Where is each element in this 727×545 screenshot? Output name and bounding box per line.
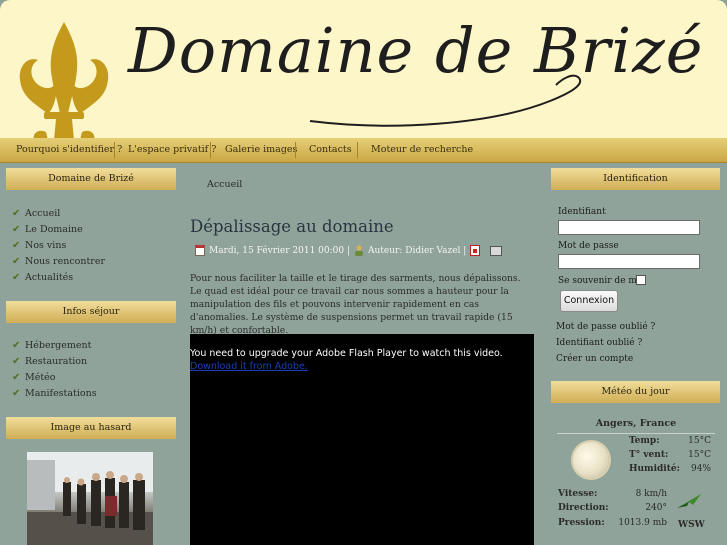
check-icon: ✔ bbox=[12, 272, 21, 283]
windchill-value: 15°C bbox=[688, 450, 711, 460]
left-menu-item[interactable]: ✔ Nos vins bbox=[12, 238, 105, 254]
nav-divider bbox=[295, 142, 296, 158]
password-input[interactable] bbox=[558, 254, 700, 269]
moon-icon bbox=[573, 442, 609, 478]
left-menu-item[interactable]: ✔ Restauration bbox=[12, 354, 97, 370]
photo-people-illustration bbox=[27, 452, 153, 545]
nav-divider bbox=[114, 142, 115, 158]
print-icon[interactable] bbox=[490, 245, 503, 256]
article-title: Dépalissage au domaine bbox=[190, 217, 394, 236]
main-nav: Pourquoi s'identifier ? L'espace privati… bbox=[0, 138, 727, 163]
nav-pourquoi[interactable]: Pourquoi s'identifier ? bbox=[16, 138, 122, 162]
fleur-de-lis-logo bbox=[19, 22, 109, 140]
humidity-value: 94% bbox=[690, 464, 711, 474]
left-block-title-image: Image au hasard bbox=[6, 417, 176, 439]
check-icon: ✔ bbox=[12, 240, 21, 251]
left-menu-infos: ✔ Hébergement ✔ Restauration ✔ Météo ✔ Manif… bbox=[12, 338, 97, 402]
check-icon: ✔ bbox=[12, 256, 21, 267]
left-menu-item[interactable]: ✔ Météo bbox=[12, 370, 97, 386]
wind-compass-value: WSW bbox=[678, 520, 705, 530]
forgot-username-link[interactable]: Identifiant oublié ? bbox=[556, 338, 642, 348]
calendar-icon bbox=[195, 245, 205, 256]
check-icon: ✔ bbox=[12, 208, 21, 219]
left-menu-item[interactable]: ✔ Accueil bbox=[12, 206, 105, 222]
left-block-title-domaine: Domaine de Brizé bbox=[6, 168, 176, 190]
left-menu-item[interactable]: ✔ Manifestations bbox=[12, 386, 97, 402]
remember-checkbox[interactable] bbox=[636, 275, 646, 285]
article-date: Mardi, 15 Février 2011 00:00 | bbox=[209, 245, 350, 256]
login-button[interactable]: Connexion bbox=[560, 290, 618, 312]
left-menu-item[interactable]: ✔ Actualités bbox=[12, 270, 105, 286]
forgot-password-link[interactable]: Mot de passe oublié ? bbox=[556, 322, 655, 332]
weather-divider bbox=[557, 433, 715, 434]
nav-divider bbox=[210, 142, 211, 158]
username-label: Identifiant bbox=[558, 207, 606, 217]
nav-galerie[interactable]: Galerie images bbox=[225, 138, 297, 162]
remember-label: Se souvenir de moi bbox=[558, 276, 646, 286]
breadcrumb-home[interactable]: Accueil bbox=[207, 179, 242, 190]
wind-arrow-icon bbox=[677, 494, 701, 508]
site-header: Domaine de Brizé bbox=[0, 0, 727, 140]
username-input[interactable] bbox=[558, 220, 700, 235]
left-menu-domaine: ✔ Accueil ✔ Le Domaine ✔ Nos vins ✔ Nous ren… bbox=[12, 206, 105, 286]
wind-direction-label: Direction: bbox=[558, 503, 609, 513]
login-block-title: Identification bbox=[551, 168, 720, 190]
nav-espace-privatif[interactable]: L'espace privatif ? bbox=[128, 138, 216, 162]
weather-city: Angers, France bbox=[595, 418, 677, 429]
password-label: Mot de passe bbox=[558, 241, 619, 251]
flash-upgrade-message: You need to upgrade your Adobe Flash Pla… bbox=[190, 348, 503, 359]
check-icon: ✔ bbox=[12, 356, 21, 367]
left-block-title-infos: Infos séjour bbox=[6, 301, 176, 323]
nav-contacts[interactable]: Contacts bbox=[309, 138, 352, 162]
check-icon: ✔ bbox=[12, 372, 21, 383]
random-photo[interactable] bbox=[27, 452, 153, 545]
article-meta: Mardi, 15 Février 2011 00:00 | Auteur: D… bbox=[195, 245, 503, 256]
wind-direction-value: 240° bbox=[645, 503, 667, 513]
weather-block-title: Météo du jour bbox=[551, 381, 720, 403]
check-icon: ✔ bbox=[12, 388, 21, 399]
windchill-label: T° vent: bbox=[629, 450, 669, 460]
nav-recherche[interactable]: Moteur de recherche bbox=[371, 138, 473, 162]
create-account-link[interactable]: Créer un compte bbox=[556, 354, 633, 364]
author-icon bbox=[355, 245, 363, 256]
left-menu-item[interactable]: ✔ Nous rencontrer bbox=[12, 254, 105, 270]
temp-value: 15°C bbox=[688, 436, 711, 446]
flash-video-player[interactable]: You need to upgrade your Adobe Flash Pla… bbox=[190, 334, 534, 545]
article-author: Auteur: Didier Vazel | bbox=[368, 245, 467, 256]
wind-speed-label: Vitesse: bbox=[558, 489, 598, 499]
download-flash-link[interactable]: Download it from Adobe. bbox=[190, 361, 308, 372]
pressure-value: 1013.9 mb bbox=[618, 518, 667, 528]
check-icon: ✔ bbox=[12, 340, 21, 351]
nav-divider bbox=[357, 142, 358, 158]
weather-widget: Angers, France Temp: 15°C T° vent: 15°C … bbox=[557, 412, 715, 545]
check-icon: ✔ bbox=[12, 224, 21, 235]
temp-label: Temp: bbox=[629, 436, 660, 446]
left-menu-item[interactable]: ✔ Le Domaine bbox=[12, 222, 105, 238]
left-menu-item[interactable]: ✔ Hébergement bbox=[12, 338, 97, 354]
wind-speed-value: 8 km/h bbox=[635, 489, 667, 499]
title-swoosh bbox=[309, 74, 582, 127]
article-body: Pour nous faciliter la taille et le tira… bbox=[190, 273, 521, 336]
pressure-label: Pression: bbox=[558, 518, 605, 528]
pdf-icon[interactable] bbox=[470, 245, 481, 256]
